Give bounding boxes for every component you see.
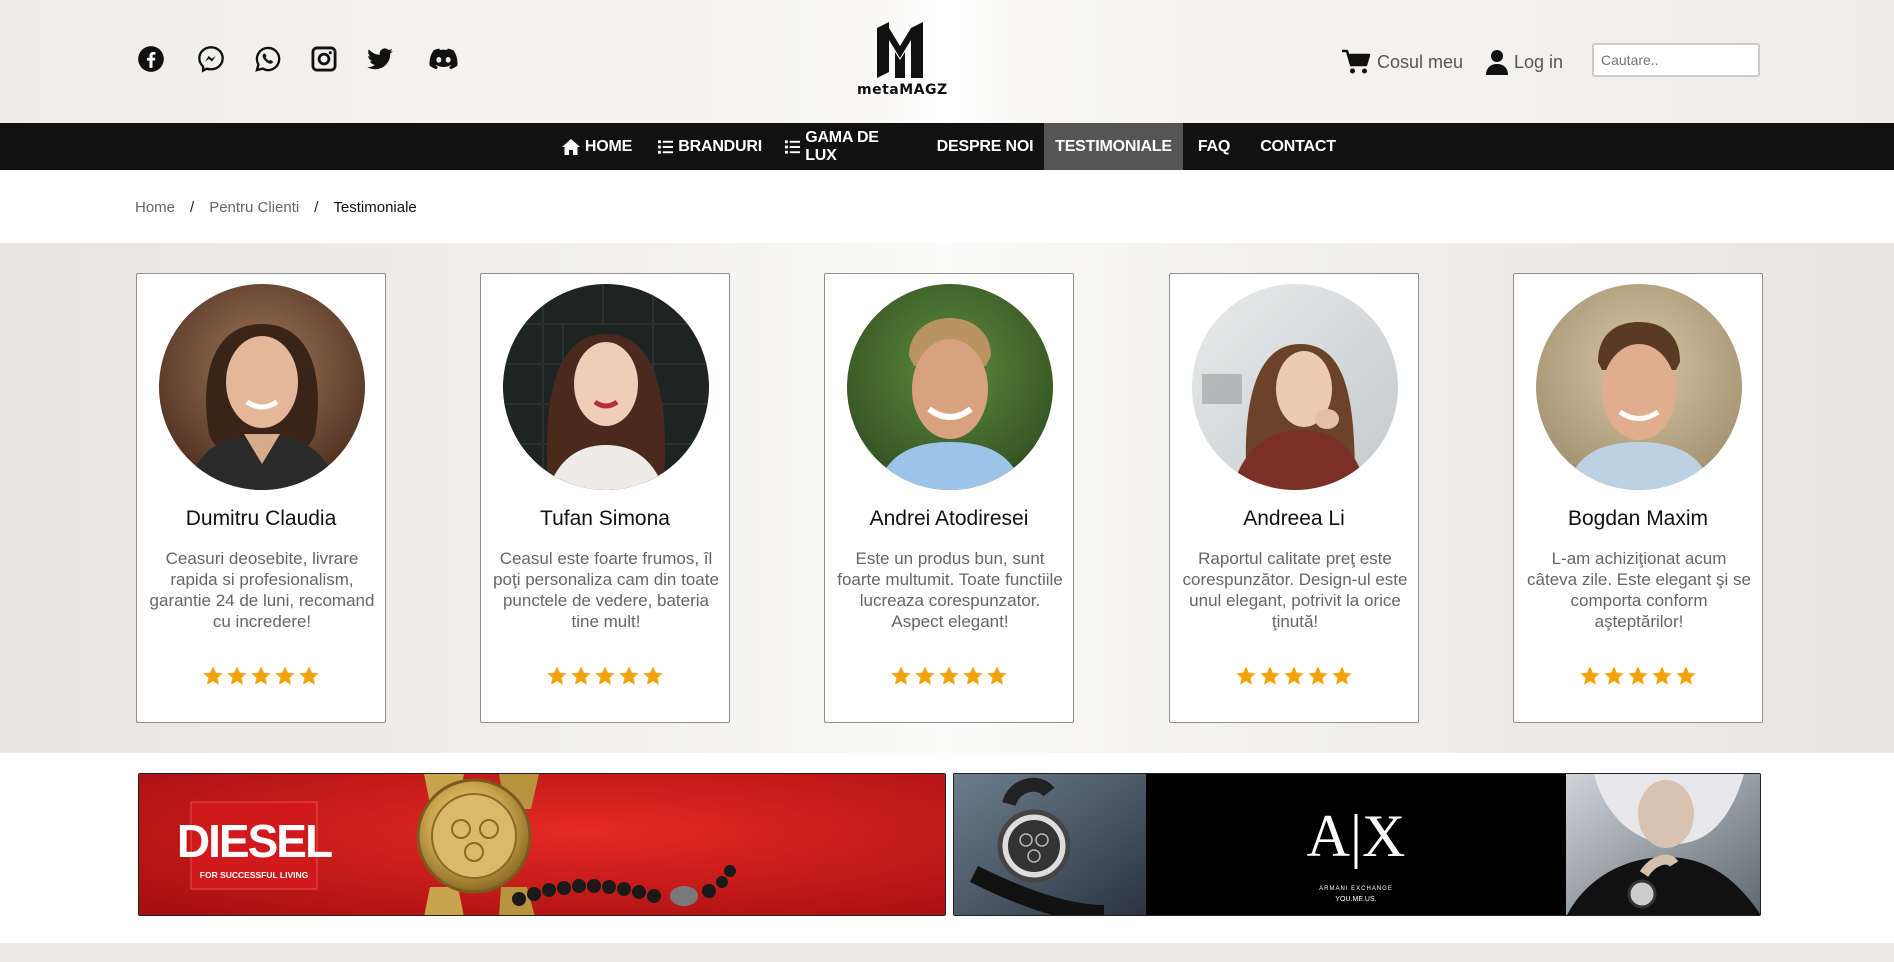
star-icon: [1652, 666, 1672, 685]
nav-item-branduri[interactable]: BRANDURI: [658, 123, 762, 170]
testimonial-card: Tufan Simona Ceasul este foarte frumos, …: [480, 273, 730, 723]
diesel-tagline: FOR SUCCESSFUL LIVING: [200, 870, 309, 880]
star-icon: [619, 666, 639, 685]
messenger-icon[interactable]: [197, 45, 225, 73]
testimonial-text: Ceasuri deosebite, livrare rapida si pro…: [149, 549, 375, 631]
testimonial-text: Raportul calitate preţ este corespunzăto…: [1182, 549, 1408, 631]
breadcrumb-section[interactable]: Pentru Clienti: [209, 199, 299, 216]
list-icon: [785, 139, 801, 154]
nav-item-home[interactable]: HOME: [558, 123, 636, 170]
logo-text: metaMAGZ: [857, 82, 948, 98]
nav-item-label: GAMA DE LUX: [805, 128, 879, 164]
footer-strip: [0, 943, 1894, 962]
star-icon: [1332, 666, 1352, 685]
breadcrumb-current: Testimoniale: [333, 198, 417, 216]
breadcrumb-separator: /: [190, 198, 195, 216]
star-icon: [1236, 666, 1256, 685]
diesel-logo-text: DIESEL: [177, 815, 332, 867]
star-icon: [1260, 666, 1280, 685]
login-link[interactable]: Log in: [1486, 48, 1563, 76]
diesel-banner[interactable]: DIESEL FOR SUCCESSFUL LIVING: [138, 773, 946, 916]
avatar: [1192, 284, 1398, 490]
breadcrumb: Home / Pentru Clienti / Testimoniale: [135, 197, 417, 217]
discord-icon[interactable]: [428, 45, 459, 73]
star-icon: [987, 666, 1007, 685]
armani-tagline: YOU.ME.US.: [1335, 896, 1376, 903]
testimonial-text: Este un produs bun, sunt foarte multumit…: [837, 549, 1063, 631]
rating-stars: [137, 665, 385, 687]
star-icon: [963, 666, 983, 685]
avatar: [159, 284, 365, 490]
facebook-icon[interactable]: [137, 45, 165, 73]
testimonial-name: Tufan Simona: [540, 507, 670, 530]
nav-item-label: TESTIMONIALE: [1055, 137, 1172, 155]
rating-stars: [1170, 665, 1418, 687]
star-icon: [643, 666, 663, 685]
whatsapp-icon[interactable]: [254, 45, 282, 73]
star-icon: [1604, 666, 1624, 685]
star-icon: [1580, 666, 1600, 685]
home-icon: [561, 138, 580, 155]
cart-label: Cosul meu: [1377, 51, 1464, 72]
breadcrumb-home[interactable]: Home: [135, 199, 175, 216]
nav-item-label: DESPRE NOI: [936, 137, 1034, 155]
testimonial-name: Andreea Li: [1243, 507, 1345, 530]
star-icon: [275, 666, 295, 685]
testimonial-name: Dumitru Claudia: [185, 507, 337, 530]
main-nav: HOME BRANDURI GAMA DE LUX DESPRE NOI TES…: [0, 123, 1894, 170]
avatar: [1536, 284, 1742, 490]
star-icon: [227, 666, 247, 685]
nav-item-gama-de-lux[interactable]: GAMA DE LUX: [785, 123, 909, 170]
list-icon: [658, 139, 674, 154]
site-logo[interactable]: metaMAGZ: [857, 22, 948, 106]
star-icon: [1628, 666, 1648, 685]
testimonial-name: Andrei Atodiresei: [869, 507, 1029, 530]
star-icon: [1676, 666, 1696, 685]
testimonial-text: L-am achiziţionat acum câteva zile. Este…: [1527, 549, 1751, 631]
rating-stars: [1514, 665, 1762, 687]
site-header: metaMAGZ Cosul meu Log in: [0, 0, 1894, 123]
testimonial-card: Andreea Li Raportul calitate preţ este c…: [1169, 273, 1419, 723]
star-icon: [939, 666, 959, 685]
star-icon: [891, 666, 911, 685]
star-icon: [1308, 666, 1328, 685]
rating-stars: [481, 665, 729, 687]
star-icon: [571, 666, 591, 685]
nav-item-faq[interactable]: FAQ: [1188, 123, 1240, 170]
star-icon: [203, 666, 223, 685]
nav-item-label: HOME: [584, 137, 633, 155]
instagram-icon[interactable]: [310, 45, 338, 73]
star-icon: [547, 666, 567, 685]
twitter-icon[interactable]: [366, 45, 394, 73]
star-icon: [299, 666, 319, 685]
star-icon: [1284, 666, 1304, 685]
nav-item-label: CONTACT: [1260, 137, 1336, 155]
nav-item-testimoniale[interactable]: TESTIMONIALE: [1044, 123, 1183, 170]
testimonial-name: Bogdan Maxim: [1567, 507, 1709, 530]
user-icon: [1486, 50, 1508, 75]
login-label: Log in: [1514, 51, 1564, 72]
armani-exchange-banner[interactable]: A|X ARMANI EXCHANGE YOU.ME.US.: [953, 773, 1761, 916]
testimonial-text: Ceasul este foarte frumos, îl poţi perso…: [493, 549, 719, 631]
nav-item-label: FAQ: [1197, 137, 1231, 155]
cart-icon: [1342, 49, 1371, 74]
armani-brand-line: ARMANI EXCHANGE: [1319, 886, 1393, 892]
cart-link[interactable]: Cosul meu: [1341, 48, 1463, 76]
star-icon: [595, 666, 615, 685]
rating-stars: [825, 665, 1073, 687]
armani-logo-text: A|X: [1307, 803, 1406, 869]
testimonial-card: Andrei Atodiresei Este un produs bun, su…: [824, 273, 1074, 723]
search-input[interactable]: [1592, 43, 1760, 77]
breadcrumb-separator: /: [314, 198, 319, 216]
avatar: [847, 284, 1053, 490]
testimonial-card: Bogdan Maxim L-am achiziţionat acum câte…: [1513, 273, 1763, 723]
testimonial-card: Dumitru Claudia Ceasuri deosebite, livra…: [136, 273, 386, 723]
avatar: [503, 284, 709, 490]
star-icon: [251, 666, 271, 685]
logo-mark-icon: [877, 22, 923, 78]
star-icon: [915, 666, 935, 685]
nav-item-contact[interactable]: CONTACT: [1254, 123, 1342, 170]
nav-item-despre-noi[interactable]: DESPRE NOI: [928, 123, 1042, 170]
nav-item-label: BRANDURI: [678, 137, 762, 155]
